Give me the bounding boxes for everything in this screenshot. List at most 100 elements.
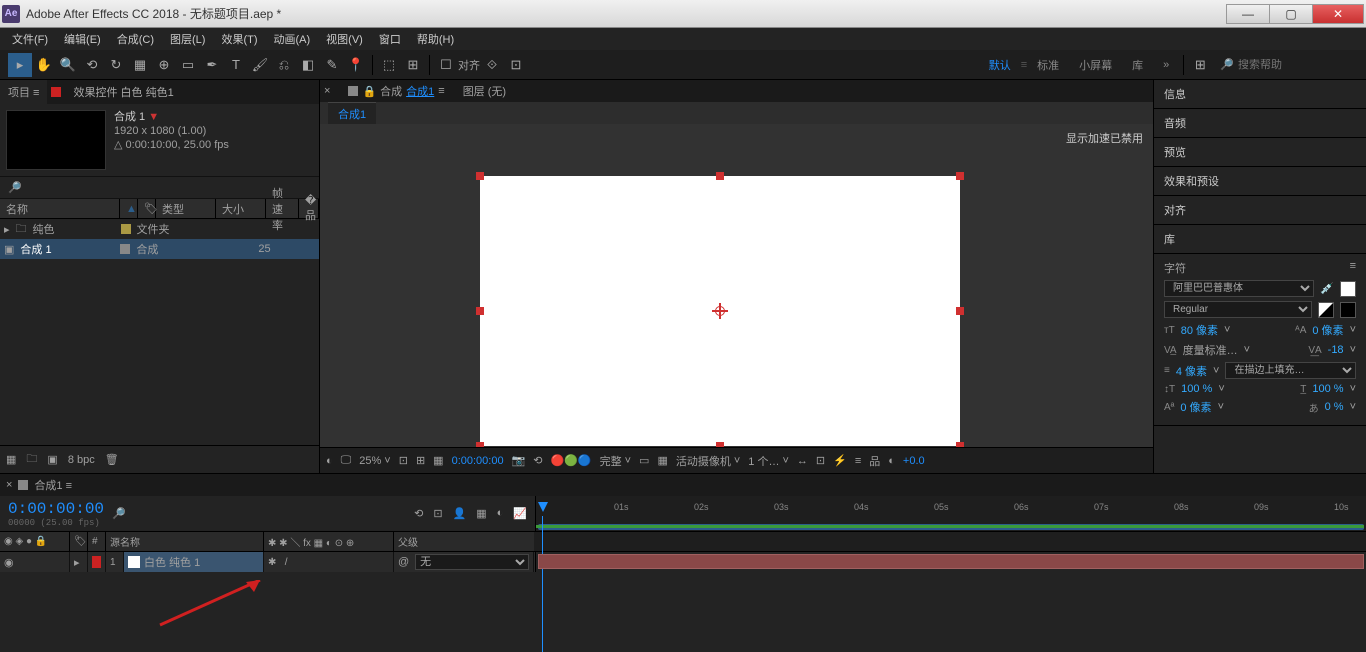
tab-effect-controls[interactable]: 效果控件 白色 纯色1 bbox=[65, 80, 181, 104]
selection-tool[interactable]: ▸ bbox=[8, 53, 32, 77]
flowchart-icon[interactable]: �品 bbox=[299, 199, 319, 218]
composition-viewer[interactable]: 显示加速已禁用 bbox=[320, 124, 1153, 447]
baseline[interactable]: 0 像素 bbox=[1180, 399, 1211, 415]
source-name-column[interactable]: 源名称 bbox=[106, 532, 264, 551]
font-size[interactable]: 80 像素 bbox=[1181, 322, 1218, 338]
stroke-color[interactable] bbox=[1318, 302, 1334, 318]
handle-tr[interactable] bbox=[956, 172, 964, 180]
layer-row[interactable]: ◉ ▸ 1 白色 纯色 1 ✱ / @ 无 bbox=[0, 552, 536, 572]
exposure-reset-icon[interactable]: ◐ bbox=[888, 455, 895, 467]
new-comp-icon[interactable]: ▣ bbox=[47, 453, 57, 466]
hscale[interactable]: 100 % bbox=[1312, 383, 1343, 395]
menu-animation[interactable]: 动画(A) bbox=[266, 28, 319, 50]
panel-align[interactable]: 对齐 bbox=[1154, 196, 1366, 225]
panel-preview[interactable]: 预览 bbox=[1154, 138, 1366, 167]
panel-info[interactable]: 信息 bbox=[1154, 80, 1366, 109]
full-res-icon[interactable]: ⊡ bbox=[399, 454, 408, 467]
lock-icon[interactable]: 🔒 bbox=[362, 85, 376, 98]
snap-toggle[interactable]: ☐ bbox=[434, 53, 458, 77]
exposure-value[interactable]: +0.0 bbox=[903, 455, 925, 467]
help-search-input[interactable] bbox=[1238, 59, 1358, 71]
3d-view-select[interactable]: 活动摄像机 ˅ bbox=[676, 453, 740, 469]
panel-effects[interactable]: 效果和预设 bbox=[1154, 167, 1366, 196]
pixel-aspect-icon[interactable]: ⊡ bbox=[816, 454, 825, 467]
zoom-tool[interactable]: 🔍 bbox=[56, 53, 80, 77]
panbehind-tool[interactable]: ⊕ bbox=[152, 53, 176, 77]
motionblur-icon[interactable]: ◐ bbox=[497, 507, 504, 520]
stroke-width[interactable]: 4 像素 bbox=[1176, 363, 1207, 379]
view-layout[interactable]: 1 个… ˅ bbox=[748, 453, 789, 469]
workspace-reset-icon[interactable]: ⊞ bbox=[1188, 53, 1212, 77]
layer-name[interactable]: 白色 纯色 1 bbox=[144, 554, 200, 570]
share-view-icon[interactable]: ↔ bbox=[797, 455, 808, 467]
roi-icon[interactable]: ▭ bbox=[639, 454, 649, 467]
playhead[interactable] bbox=[542, 516, 543, 652]
snap-ext-icon[interactable]: ⟐ bbox=[480, 53, 504, 77]
swap-color[interactable] bbox=[1340, 302, 1356, 318]
anchor-point-icon[interactable] bbox=[712, 303, 728, 319]
label-column-icon[interactable]: 🏷 bbox=[70, 532, 88, 551]
col-name[interactable]: 名称 bbox=[0, 199, 120, 218]
graph-editor-icon[interactable]: 📈 bbox=[513, 507, 527, 520]
shy-icon[interactable]: 👤 bbox=[453, 507, 467, 520]
workspace-default[interactable]: 默认 bbox=[979, 53, 1021, 77]
transparency-icon[interactable]: ▦ bbox=[657, 454, 667, 467]
handle-bl[interactable] bbox=[476, 442, 484, 447]
comp-flowchart-icon[interactable]: 品 bbox=[869, 453, 880, 469]
hand-tool[interactable]: ✋ bbox=[32, 53, 56, 77]
zoom-select[interactable]: 25% ˅ bbox=[359, 455, 390, 467]
draft3d-icon[interactable]: ⊡ bbox=[433, 507, 442, 520]
twirl-icon[interactable]: ▸ bbox=[74, 556, 80, 569]
fill-color[interactable] bbox=[1340, 281, 1356, 297]
workspace-small[interactable]: 小屏幕 bbox=[1069, 53, 1122, 77]
close-tab-icon[interactable]: × bbox=[324, 85, 330, 97]
col-type[interactable]: 类型 bbox=[156, 199, 216, 218]
comp-mini-flowchart-icon[interactable]: ⟲ bbox=[414, 507, 423, 520]
help-search[interactable]: 🔎 bbox=[1220, 58, 1358, 71]
font-family-select[interactable]: 阿里巴巴普惠体 bbox=[1164, 280, 1314, 297]
trash-icon[interactable]: 🗑 bbox=[105, 453, 119, 466]
new-folder-icon[interactable]: 🗀 bbox=[26, 450, 37, 469]
layer-switches[interactable]: ✱ / bbox=[264, 552, 394, 572]
world-axis-icon[interactable]: ⊞ bbox=[401, 53, 425, 77]
close-tab-icon[interactable]: × bbox=[6, 479, 12, 491]
guides-icon[interactable]: ▦ bbox=[433, 454, 443, 467]
current-time[interactable]: 0:00:00:00 bbox=[452, 455, 504, 467]
project-row-folder[interactable]: ▸ 🗀 纯色 文件夹 bbox=[0, 219, 319, 239]
menu-effect[interactable]: 效果(T) bbox=[213, 28, 265, 50]
mask-toggle-icon[interactable]: ◐ bbox=[326, 455, 333, 467]
snapshot-icon[interactable]: 📷 bbox=[512, 454, 526, 467]
frameblend-icon[interactable]: ▦ bbox=[476, 507, 486, 520]
panel-library[interactable]: 库 bbox=[1154, 225, 1366, 254]
timeline-icon[interactable]: ≡ bbox=[855, 455, 861, 467]
camera-tool[interactable]: ▦ bbox=[128, 53, 152, 77]
grid-icon[interactable]: ⊞ bbox=[416, 454, 425, 467]
video-toggle-icon[interactable]: ◉ bbox=[4, 556, 14, 569]
work-area[interactable] bbox=[536, 525, 1364, 528]
panel-audio[interactable]: 音频 bbox=[1154, 109, 1366, 138]
parent-column[interactable]: 父级 bbox=[394, 532, 534, 551]
brush-tool[interactable]: 🖌 bbox=[248, 53, 272, 77]
orbit-tool[interactable]: ⟲ bbox=[80, 53, 104, 77]
local-axis-icon[interactable]: ⬚ bbox=[377, 53, 401, 77]
eraser-tool[interactable]: ◧ bbox=[296, 53, 320, 77]
cti-icon[interactable] bbox=[538, 502, 548, 512]
twirl-icon[interactable]: ▸ bbox=[4, 223, 10, 236]
pickwhip-icon[interactable]: @ bbox=[398, 556, 409, 568]
type-tool[interactable]: T bbox=[224, 53, 248, 77]
current-timecode[interactable]: 0:00:00:00 bbox=[8, 500, 104, 518]
shape-tool[interactable]: ▭ bbox=[176, 53, 200, 77]
timeline-search-input[interactable] bbox=[130, 508, 406, 520]
handle-tc[interactable] bbox=[716, 172, 724, 180]
tracking[interactable]: -18 bbox=[1328, 344, 1344, 356]
handle-mr[interactable] bbox=[956, 307, 964, 315]
channel-icon[interactable]: 🔴🟢🔵 bbox=[551, 454, 592, 467]
tab-project[interactable]: 项目 ≡ bbox=[0, 80, 47, 104]
col-fps[interactable]: 帧速率 bbox=[266, 199, 299, 218]
col-label-icon[interactable]: 🏷 bbox=[138, 199, 156, 218]
handle-ml[interactable] bbox=[476, 307, 484, 315]
stroke-position-select[interactable]: 在描边上填充… bbox=[1225, 362, 1356, 379]
clone-tool[interactable]: ⎌ bbox=[272, 53, 296, 77]
font-style-select[interactable]: Regular bbox=[1164, 301, 1312, 318]
menu-layer[interactable]: 图层(L) bbox=[162, 28, 213, 50]
